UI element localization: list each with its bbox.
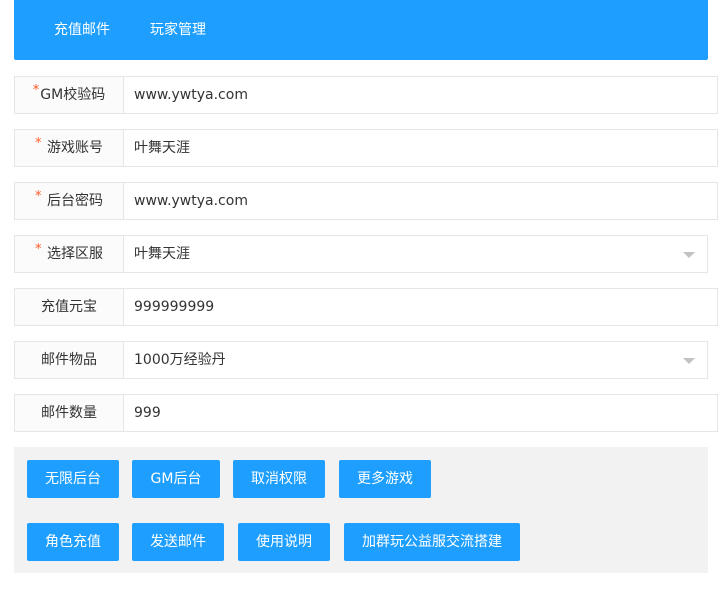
mail-item-select-value: 1000万经验丹 [134,352,226,368]
field-label-mail-quantity: 邮件数量 [14,394,124,432]
field-label-text: GM校验码 [40,87,106,103]
nav-item-player-management[interactable]: 玩家管理 [150,0,206,60]
unlimited-admin-button[interactable]: 无限后台 [27,460,119,498]
form-row-server-select: * 选择区服 叶舞天涯 [14,235,708,273]
admin-password-input[interactable]: www.ywtya.com [123,182,718,220]
join-group-button[interactable]: 加群玩公益服交流搭建 [344,523,520,561]
field-label-gm-code: *GM校验码 [14,76,124,114]
gm-code-input[interactable]: www.ywtya.com [123,76,718,114]
required-mark: * [32,83,40,98]
field-label-mail-item: 邮件物品 [14,341,124,379]
field-label-game-account: * 游戏账号 [14,129,124,167]
field-label-admin-password: * 后台密码 [14,182,124,220]
form-row-gm-code: *GM校验码 www.ywtya.com [14,76,718,114]
caret-down-icon[interactable] [683,252,695,258]
game-account-input[interactable]: 叶舞天涯 [123,129,718,167]
field-label-server-select: * 选择区服 [14,235,124,273]
mail-item-select[interactable]: 1000万经验丹 [123,341,708,379]
required-mark: * [35,136,42,151]
field-label-text: 游戏账号 [46,140,103,156]
caret-down-icon[interactable] [683,358,695,364]
gm-admin-button[interactable]: GM后台 [132,460,220,498]
action-button-panel: 无限后台 GM后台 取消权限 更多游戏 角色充值 发送邮件 使用说明 加群玩公益… [14,447,708,573]
recharge-amount-input[interactable]: 999999999 [123,288,718,326]
nav-item-recharge-mail[interactable]: 充值邮件 [54,0,110,60]
form-row-recharge-amount: 充值元宝 999999999 [14,288,718,326]
required-mark: * [35,189,42,204]
send-mail-button[interactable]: 发送邮件 [132,523,224,561]
more-games-button[interactable]: 更多游戏 [339,460,431,498]
field-label-text: 选择区服 [46,246,103,262]
field-label-recharge-amount: 充值元宝 [14,288,124,326]
revoke-permission-button[interactable]: 取消权限 [233,460,325,498]
server-select[interactable]: 叶舞天涯 [123,235,708,273]
field-label-text: 后台密码 [46,193,103,209]
mail-quantity-input[interactable]: 999 [123,394,718,432]
form-row-game-account: * 游戏账号 叶舞天涯 [14,129,718,167]
role-recharge-button[interactable]: 角色充值 [27,523,119,561]
required-mark: * [35,242,42,257]
form-row-admin-password: * 后台密码 www.ywtya.com [14,182,718,220]
server-select-value: 叶舞天涯 [134,246,190,262]
form-row-mail-item: 邮件物品 1000万经验丹 [14,341,708,379]
form-row-mail-quantity: 邮件数量 999 [14,394,718,432]
top-nav-bar: 充值邮件 玩家管理 [14,0,708,60]
usage-instructions-button[interactable]: 使用说明 [238,523,330,561]
